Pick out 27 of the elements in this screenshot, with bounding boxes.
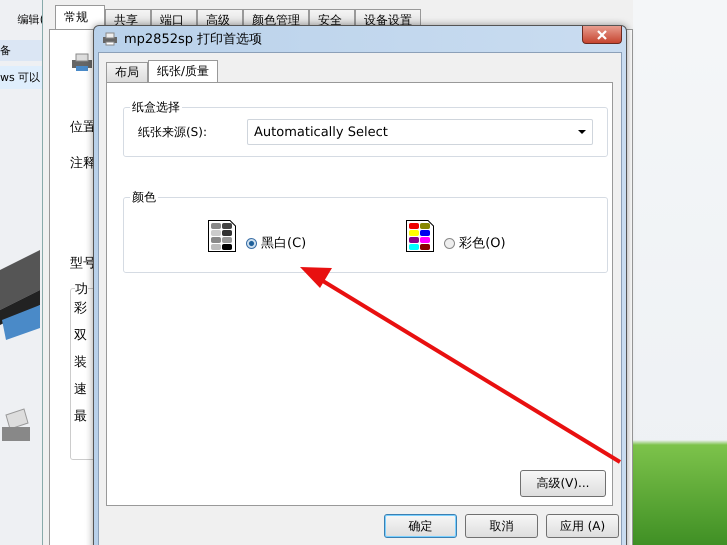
feature-label: 双: [74, 327, 88, 344]
dialog-button[interactable]: 确定: [384, 514, 457, 538]
close-icon: [597, 30, 607, 40]
group-legend: 颜色: [130, 189, 158, 206]
dialog-button[interactable]: 取消: [465, 514, 538, 538]
caret-icon: [578, 130, 586, 134]
radio-button[interactable]: 黑白(C): [246, 234, 306, 252]
window-title: mp2852sp 打印首选项: [124, 31, 264, 48]
printer-icon: [102, 32, 118, 46]
dialog-button[interactable]: 应用 (A): [546, 514, 619, 538]
group-legend: 纸盒选择: [130, 99, 182, 116]
tab[interactable]: 布局: [106, 62, 148, 82]
tab[interactable]: 纸张/质量: [148, 60, 218, 82]
color-sample-icon: [208, 220, 236, 252]
feature-label: 装: [74, 354, 88, 371]
radio-button[interactable]: 彩色(O): [444, 234, 506, 252]
close-button[interactable]: [582, 26, 622, 44]
feature-label: 速: [74, 381, 88, 398]
feature-label: 最: [74, 408, 88, 425]
color-sample-icon: [406, 220, 434, 252]
tab[interactable]: 常规: [55, 5, 105, 29]
source-dropdown[interactable]: Automatically Select: [247, 119, 593, 145]
advanced-button[interactable]: 高级(V)...: [520, 470, 606, 497]
group-legend: 功: [75, 280, 88, 298]
printer-icon: [70, 52, 94, 72]
field-label: 纸张来源(S):: [138, 124, 208, 140]
feature-label: 彩: [74, 300, 88, 317]
